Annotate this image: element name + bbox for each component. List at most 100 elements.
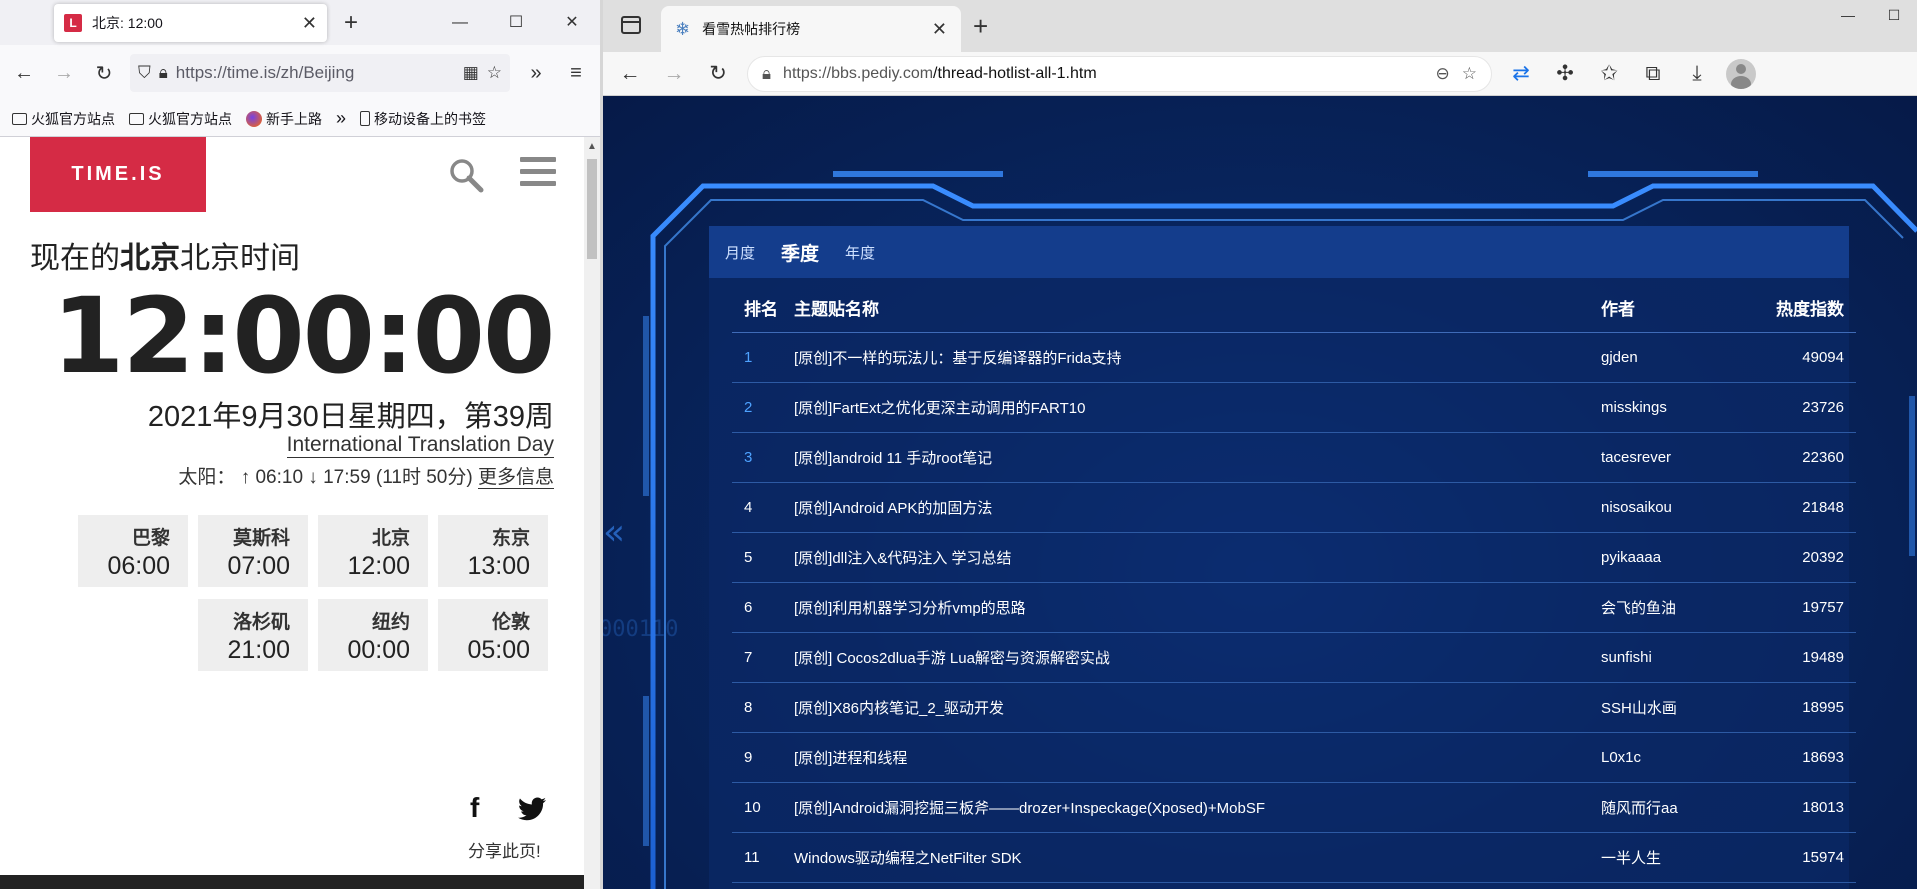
lock-icon[interactable]: 🔒︎ [159,63,168,83]
mobile-bookmarks[interactable]: 移动设备上的书签 [360,109,486,129]
overflow-chevron-icon[interactable]: » [522,62,550,85]
zoom-out-icon[interactable]: ⊖ [1436,64,1450,84]
reload-icon[interactable]: ↻ [703,61,733,86]
close-window-icon[interactable]: ✕ [544,0,600,45]
more-info-link[interactable]: 更多信息 [477,467,554,489]
thread-title-link[interactable]: [原创]FartExt之优化更深主动调用的FART10 [794,397,1601,418]
timeis-logo[interactable]: TIME.IS [30,137,206,212]
hamburger-menu-icon[interactable]: ≡ [562,62,590,85]
author-link[interactable]: sunfishi [1601,649,1726,666]
add-favorite-icon[interactable]: ☆ [1462,64,1477,84]
table-row[interactable]: 6 [原创]利用机器学习分析vmp的思路 会飞的鱼油 19757 [732,583,1856,633]
tab-monthly[interactable]: 月度 [725,242,755,263]
close-tab-icon[interactable]: ✕ [932,19,947,40]
bookmarks-overflow-icon[interactable]: » [336,108,346,129]
rank-cell: 8 [744,699,753,716]
minimize-icon[interactable]: — [432,0,488,45]
table-row[interactable]: 3 [原创]android 11 手动root笔记 tacesrever 22360 [732,433,1856,483]
thread-title-link[interactable]: [原创]进程和线程 [794,747,1601,768]
extensions-icon[interactable]: ✣ [1550,61,1580,86]
table-row[interactable]: 2 [原创]FartExt之优化更深主动调用的FART10 misskings 237… [732,383,1856,433]
city-clock[interactable]: 伦敦 05:00 [438,599,548,671]
reload-icon[interactable]: ↻ [90,61,118,86]
author-link[interactable]: 一半人生 [1601,847,1726,868]
downloads-icon[interactable]: ⤓ [1682,62,1712,86]
edge-tab-hotlist[interactable]: ❄ 看雪热帖排行榜 ✕ [661,6,961,52]
thread-title-link[interactable]: [原创]Android漏洞挖掘三板斧——drozer+Inspeckage(Xp… [794,797,1601,818]
new-tab-icon[interactable]: + [973,11,988,42]
collections-icon[interactable]: ⧉ [1638,62,1668,86]
url-text[interactable]: https://bbs.pediy.com/thread-hotlist-all… [783,65,1423,83]
thread-title-link[interactable]: [原创]X86内核笔记_2_驱动开发 [794,697,1601,718]
tab-quarterly[interactable]: 季度 [781,239,819,266]
scroll-up-icon[interactable]: ▲ [587,141,597,152]
bookmark-item[interactable]: 火狐官方站点 [129,109,232,129]
bookmark-star-icon[interactable]: ☆ [487,63,502,83]
table-row[interactable]: 7 [原创] Cocos2dlua手游 Lua解密与资源解密实战 sunfishi 1… [732,633,1856,683]
thread-title-link[interactable]: Windows驱动编程之NetFilter SDK [794,847,1601,868]
scrollbar-thumb[interactable] [587,159,597,259]
city-clock[interactable]: 东京 13:00 [438,515,548,587]
table-row[interactable]: 8 [原创]X86内核笔记_2_驱动开发 SSH山水画 18995 [732,683,1856,733]
maximize-icon[interactable]: ☐ [488,0,544,45]
facebook-icon[interactable]: f [470,792,479,824]
thread-title-link[interactable]: [原创]dll注入&代码注入 学习总结 [794,547,1601,568]
vertical-scrollbar[interactable]: ▲ [584,137,600,889]
thread-title-link[interactable]: [原创]利用机器学习分析vmp的思路 [794,597,1601,618]
table-row[interactable]: 5 [原创]dll注入&代码注入 学习总结 pyikaaaa 20392 [732,533,1856,583]
event-link[interactable]: International Translation Day [286,433,554,458]
author-link[interactable]: SSH山水画 [1601,697,1726,718]
url-bar[interactable]: ⛉ 🔒︎ https://time.is/zh/Beijing ▦ ☆ [130,54,510,92]
favorites-icon[interactable]: ✩ [1594,61,1624,86]
lock-icon[interactable]: 🔒︎ [762,64,771,84]
back-icon[interactable]: ← [615,62,645,86]
menu-icon[interactable] [520,157,556,193]
city-clock[interactable]: 巴黎 06:00 [78,515,188,587]
forward-icon[interactable]: → [50,62,78,85]
heat-value: 22360 [1802,449,1844,466]
author-link[interactable]: nisosaikou [1601,499,1726,516]
url-text[interactable]: https://time.is/zh/Beijing [176,63,455,83]
table-row[interactable]: 1 [原创]不一样的玩法儿：基于反编译器的Frida支持 gjden 49094 [732,333,1856,383]
thread-title-link[interactable]: [原创]android 11 手动root笔记 [794,447,1601,468]
firefox-window: L 北京: 12:00 ✕ + — ☐ ✕ ← → ↻ ⛉ 🔒︎ https:/… [0,0,600,889]
shield-icon[interactable]: ⛉ [138,63,151,83]
new-tab-icon[interactable]: + [344,9,358,37]
twitter-icon[interactable] [518,797,546,821]
minimize-icon[interactable]: — [1825,0,1871,30]
author-link[interactable]: pyikaaaa [1601,549,1726,566]
url-bar[interactable]: 🔒︎ https://bbs.pediy.com/thread-hotlist-… [747,55,1492,92]
heat-value: 18693 [1802,749,1844,766]
author-link[interactable]: L0x1c [1601,749,1726,766]
maximize-icon[interactable]: ☐ [1871,0,1917,30]
firefox-tab-timeis[interactable]: L 北京: 12:00 ✕ [54,4,327,42]
close-tab-icon[interactable]: ✕ [302,13,317,34]
city-clock[interactable]: 纽约 00:00 [318,599,428,671]
profile-avatar[interactable] [1726,58,1756,89]
back-icon[interactable]: ← [10,62,38,85]
thread-title-link[interactable]: [原创] Cocos2dlua手游 Lua解密与资源解密实战 [794,647,1601,668]
tab-title: 北京: 12:00 [92,15,163,31]
city-clock[interactable]: 北京 12:00 [318,515,428,587]
thread-title-link[interactable]: [原创]不一样的玩法儿：基于反编译器的Frida支持 [794,347,1601,368]
search-icon[interactable] [448,157,484,193]
city-clock[interactable]: 洛杉矶 21:00 [198,599,308,671]
table-row[interactable]: 10 [原创]Android漏洞挖掘三板斧——drozer+Inspeckage(… [732,783,1856,833]
forward-icon[interactable]: → [659,62,689,86]
bookmark-item[interactable]: 新手上路 [246,109,322,129]
thread-title-link[interactable]: [原创]Android APK的加固方法 [794,497,1601,518]
author-link[interactable]: tacesrever [1601,449,1726,466]
refresh-sync-icon[interactable]: ⇄ [1506,61,1536,86]
table-row[interactable]: 4 [原创]Android APK的加固方法 nisosaikou 21848 [732,483,1856,533]
tab-actions-icon[interactable] [621,16,641,34]
city-clock[interactable]: 莫斯科 07:00 [198,515,308,587]
table-row[interactable]: 11 Windows驱动编程之NetFilter SDK 一半人生 15974 [732,833,1856,883]
author-link[interactable]: 随风而行aa [1601,797,1726,818]
table-row[interactable]: 9 [原创]进程和线程 L0x1c 18693 [732,733,1856,783]
tab-yearly[interactable]: 年度 [845,242,875,263]
bookmark-item[interactable]: 火狐官方站点 [12,109,115,129]
author-link[interactable]: misskings [1601,399,1726,416]
author-link[interactable]: 会飞的鱼油 [1601,597,1726,618]
qr-code-icon[interactable]: ▦ [463,63,479,83]
author-link[interactable]: gjden [1601,349,1726,366]
